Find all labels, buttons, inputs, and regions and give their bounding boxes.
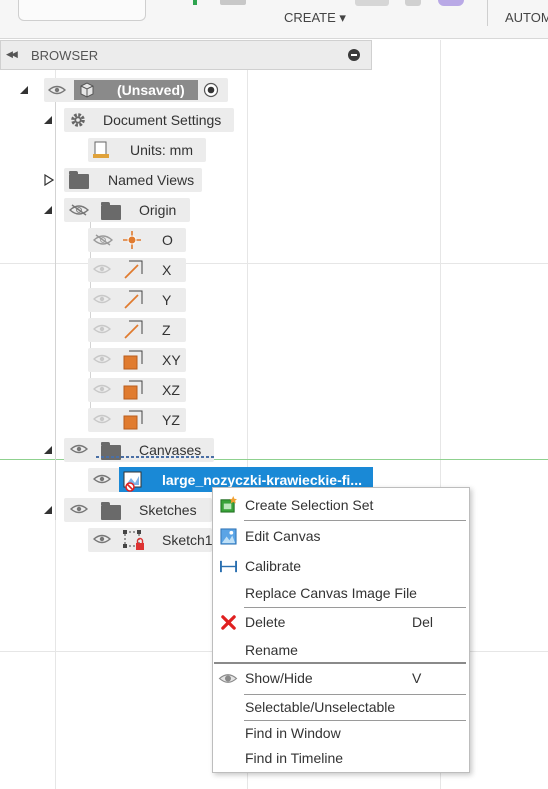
- menu-item-label: Edit Canvas: [245, 528, 321, 544]
- collapsed-arrow-icon[interactable]: [44, 174, 54, 186]
- menu-item-label: Find in Window: [245, 725, 341, 741]
- eye-icon[interactable]: [93, 354, 111, 364]
- eye-icon[interactable]: [93, 414, 111, 424]
- show-hide-shortcut: V: [412, 670, 422, 686]
- delete-icon: [221, 615, 236, 630]
- toolbar-icon[interactable]: [355, 0, 389, 6]
- delete-shortcut: Del: [412, 614, 434, 630]
- gear-icon: [71, 113, 85, 127]
- menu-item-label: Selectable/Unselectable: [245, 699, 396, 715]
- eye-icon[interactable]: [93, 474, 111, 484]
- eye-icon[interactable]: [93, 384, 111, 394]
- sketches-label: Sketches: [139, 502, 197, 518]
- eye-icon[interactable]: [93, 264, 111, 274]
- activate-radio-icon[interactable]: [203, 82, 219, 98]
- menu-item-label: Calibrate: [245, 558, 302, 574]
- selection-set-icon: [220, 496, 237, 513]
- expanded-arrow-icon[interactable]: [43, 115, 53, 125]
- origin-item-label: XZ: [162, 382, 180, 398]
- grid-line: [0, 263, 548, 264]
- axis-icon: [124, 290, 143, 309]
- sketch1-label: Sketch1: [162, 532, 213, 548]
- origin-item-label: Z: [162, 322, 171, 338]
- menu-item-edit-canvas[interactable]: Edit Canvas: [213, 524, 469, 548]
- collapse-panel-icon[interactable]: ◀◀: [6, 49, 18, 60]
- toolbar-icon[interactable]: [438, 0, 464, 6]
- axis-icon: [124, 260, 143, 279]
- folder-icon: [69, 171, 89, 189]
- minimize-icon[interactable]: [348, 49, 360, 61]
- tree-guide: [55, 102, 56, 520]
- eye-icon[interactable]: [70, 504, 88, 514]
- eye-icon[interactable]: [93, 534, 111, 544]
- automate-menu[interactable]: AUTOM: [505, 10, 548, 25]
- expanded-arrow-icon[interactable]: [43, 445, 53, 455]
- menu-item-selectable[interactable]: Selectable/Unselectable: [213, 695, 469, 719]
- plane-icon: [123, 410, 143, 430]
- expanded-arrow-icon[interactable]: [19, 85, 29, 95]
- menu-item-show-hide[interactable]: Show/Hide V: [213, 666, 469, 690]
- canvas-image-icon: [123, 471, 142, 492]
- component-icon: [80, 82, 94, 98]
- origin-item-label: O: [162, 232, 173, 248]
- context-menu: Create Selection Set Edit Canvas Calibra…: [212, 487, 470, 773]
- menu-item-replace-canvas-image[interactable]: Replace Canvas Image File: [213, 581, 469, 605]
- create-menu[interactable]: CREATE ▾: [284, 10, 346, 26]
- origin-point-icon: [123, 231, 141, 249]
- menu-item-label: Rename: [245, 642, 298, 658]
- menu-separator: [244, 520, 466, 521]
- dashed-underline: [96, 456, 214, 458]
- sketch-icon: [123, 530, 144, 550]
- units-icon: [93, 141, 109, 158]
- toolbar-divider: [487, 0, 488, 26]
- menu-item-create-selection-set[interactable]: Create Selection Set: [213, 493, 469, 517]
- browser-title: BROWSER: [31, 48, 99, 63]
- plane-icon: [123, 380, 143, 400]
- menu-item-find-in-window[interactable]: Find in Window: [213, 721, 469, 745]
- eye-icon[interactable]: [93, 294, 111, 304]
- menu-item-label: Delete: [245, 614, 286, 630]
- axis-icon: [124, 320, 143, 339]
- eye-hidden-icon[interactable]: [69, 204, 89, 216]
- menu-separator: [214, 662, 466, 664]
- canvas-item-label: large_nozyczki-krawieckie-fi...: [162, 472, 362, 488]
- menu-separator: [244, 607, 466, 608]
- eye-icon[interactable]: [48, 85, 66, 95]
- origin-item-label: YZ: [162, 412, 180, 428]
- document-settings-label: Document Settings: [103, 112, 222, 128]
- folder-icon: [101, 202, 121, 220]
- named-views-label: Named Views: [108, 172, 195, 188]
- menu-item-delete[interactable]: Delete Del: [213, 610, 469, 634]
- eye-icon[interactable]: [93, 324, 111, 334]
- menu-item-calibrate[interactable]: Calibrate: [213, 554, 469, 578]
- toolbar-icon[interactable]: [220, 0, 246, 5]
- edit-canvas-icon: [220, 528, 237, 545]
- menu-item-label: Find in Timeline: [245, 750, 344, 766]
- browser-header: ◀◀ BROWSER: [0, 40, 372, 70]
- eye-icon: [218, 674, 238, 683]
- folder-icon: [101, 502, 121, 520]
- toolbar-group-frame: [18, 0, 146, 21]
- toolbar-icon[interactable]: [193, 0, 197, 5]
- calibrate-icon: [220, 560, 237, 573]
- origin-label: Origin: [139, 202, 177, 218]
- units-label: Units: mm: [130, 142, 193, 158]
- top-toolbar: CREATE ▾ AUTOM: [0, 0, 548, 39]
- toolbar-icon[interactable]: [405, 0, 421, 6]
- menu-item-label: Replace Canvas Image File: [245, 585, 417, 601]
- menu-item-label: Show/Hide: [245, 670, 313, 686]
- menu-item-label: Create Selection Set: [245, 497, 374, 513]
- eye-hidden-icon[interactable]: [93, 234, 113, 246]
- origin-item-label: XY: [162, 352, 181, 368]
- menu-item-rename[interactable]: Rename: [213, 638, 469, 662]
- plane-icon: [123, 350, 143, 370]
- origin-item-label: Y: [162, 292, 172, 308]
- eye-icon[interactable]: [70, 444, 88, 454]
- root-label: (Unsaved): [117, 82, 185, 98]
- expanded-arrow-icon[interactable]: [43, 505, 53, 515]
- origin-item-label: X: [162, 262, 172, 278]
- expanded-arrow-icon[interactable]: [43, 205, 53, 215]
- menu-item-find-in-timeline[interactable]: Find in Timeline: [213, 746, 469, 770]
